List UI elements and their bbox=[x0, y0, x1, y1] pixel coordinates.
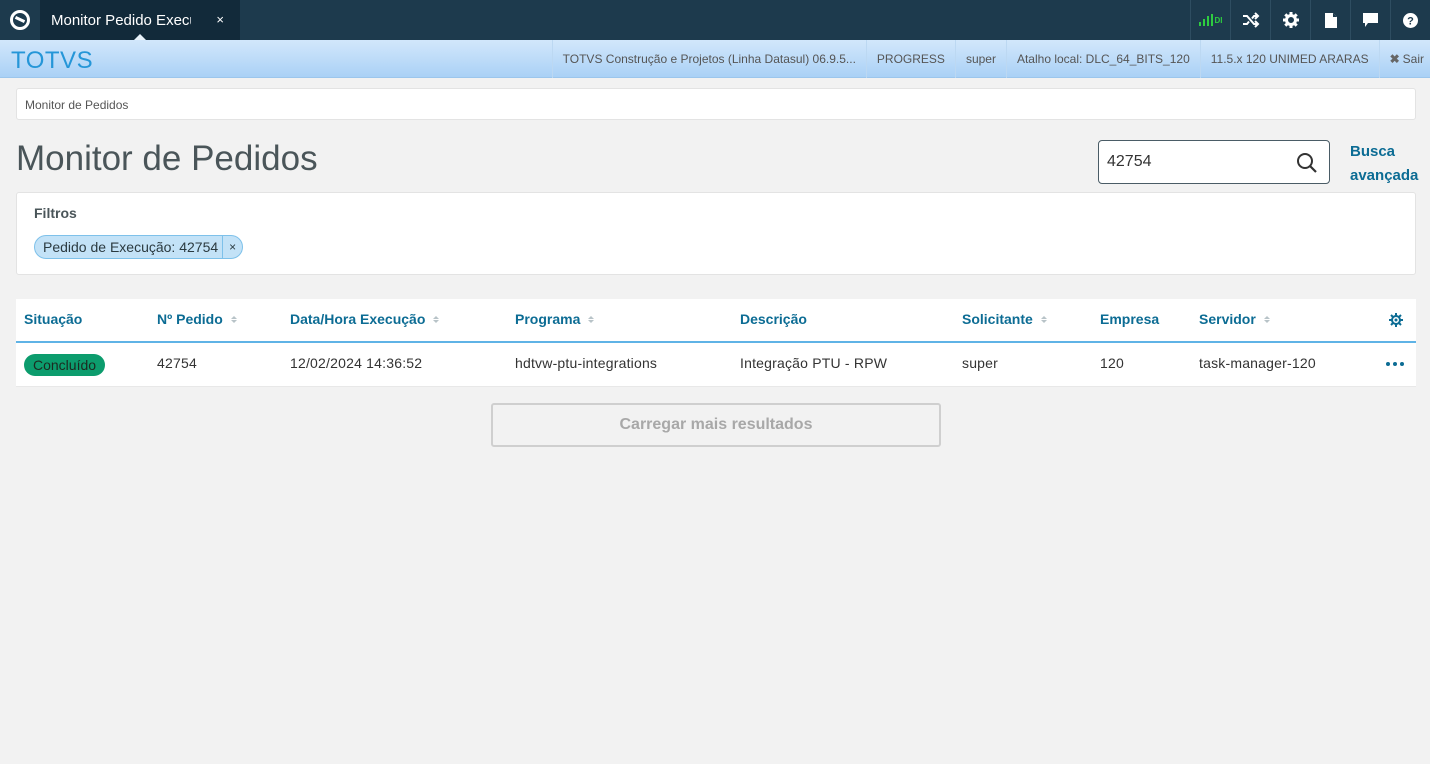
search-icon[interactable] bbox=[1296, 152, 1318, 174]
column-header-programa[interactable]: Programa bbox=[515, 311, 595, 327]
session-info: TOTVS Construção e Projetos (Linha Datas… bbox=[551, 40, 1430, 78]
tab-monitor-pedido[interactable]: Monitor Pedido Execução × bbox=[40, 0, 240, 40]
filter-chip-close-icon[interactable]: × bbox=[222, 236, 242, 258]
cell-data: 12/02/2024 14:36:52 bbox=[290, 355, 423, 371]
table-row[interactable]: Concluído 42754 12/02/2024 14:36:52 hdtv… bbox=[16, 343, 1416, 387]
info-database: PROGRESS bbox=[865, 40, 955, 78]
info-user: super bbox=[954, 40, 1006, 78]
gear-icon[interactable] bbox=[1270, 0, 1310, 40]
cell-programa: hdtvw-ptu-integrations bbox=[515, 355, 658, 371]
info-product: TOTVS Construção e Projetos (Linha Datas… bbox=[551, 40, 866, 78]
filters-panel: Filtros Pedido de Execução: 42754 × bbox=[16, 192, 1416, 275]
column-header-pedido[interactable]: Nº Pedido bbox=[157, 311, 237, 327]
column-header-servidor[interactable]: Servidor bbox=[1199, 311, 1270, 327]
filter-chip: Pedido de Execução: 42754 × bbox=[34, 235, 244, 259]
cell-solicitante: super bbox=[962, 355, 999, 371]
cell-servidor: task-manager-120 bbox=[1199, 355, 1316, 371]
filters-label: Filtros bbox=[34, 205, 77, 221]
cell-descricao: Integração PTU - RPW bbox=[740, 355, 888, 371]
column-header-empresa[interactable]: Empresa bbox=[1100, 311, 1159, 327]
sort-icon[interactable] bbox=[588, 315, 595, 323]
column-settings-gear-icon[interactable] bbox=[1388, 312, 1404, 328]
sort-icon[interactable] bbox=[1263, 315, 1270, 323]
shuffle-icon[interactable] bbox=[1230, 0, 1270, 40]
app-logo-icon[interactable] bbox=[0, 0, 40, 40]
column-header-data[interactable]: Data/Hora Execução bbox=[290, 311, 440, 327]
logout-label: Sair bbox=[1402, 52, 1424, 66]
cell-pedido: 42754 bbox=[157, 355, 197, 371]
table-header: Situação Nº Pedido Data/Hora Execução Pr… bbox=[16, 299, 1416, 343]
close-icon: ✖ bbox=[1389, 52, 1400, 66]
status-badge: Concluído bbox=[24, 354, 106, 376]
help-icon[interactable]: ? bbox=[1390, 0, 1430, 40]
column-header-situacao[interactable]: Situação bbox=[24, 311, 82, 327]
orders-table: Situação Nº Pedido Data/Hora Execução Pr… bbox=[16, 299, 1416, 387]
column-header-descricao[interactable]: Descrição bbox=[740, 311, 807, 327]
breadcrumb[interactable]: Monitor de Pedidos bbox=[16, 88, 1416, 120]
load-more-button[interactable]: Carregar mais resultados bbox=[491, 403, 941, 447]
top-toolbar: DI ? bbox=[1190, 0, 1430, 40]
connection-signal-icon[interactable]: DI bbox=[1190, 0, 1230, 40]
brand-logo: TOTVS bbox=[11, 47, 94, 74]
tab-title: Monitor Pedido Execução bbox=[51, 11, 191, 29]
document-icon[interactable] bbox=[1310, 0, 1350, 40]
more-actions-icon[interactable] bbox=[1386, 362, 1404, 366]
info-company: 11.5.x 120 UNIMED ARARAS bbox=[1199, 40, 1379, 78]
info-bar: TOTVS TOTVS Construção e Projetos (Linha… bbox=[0, 40, 1430, 78]
column-header-solicitante[interactable]: Solicitante bbox=[962, 311, 1047, 327]
cell-empresa: 120 bbox=[1100, 355, 1124, 371]
page-title: Monitor de Pedidos bbox=[16, 139, 318, 178]
svg-text:?: ? bbox=[1407, 15, 1414, 27]
top-bar: Monitor Pedido Execução × DI ? bbox=[0, 0, 1430, 40]
sort-icon[interactable] bbox=[1040, 315, 1047, 323]
info-shortcut: Atalho local: DLC_64_BITS_120 bbox=[1005, 40, 1200, 78]
tab-close-icon[interactable]: × bbox=[216, 12, 224, 27]
advanced-search-link[interactable]: Busca avançada bbox=[1350, 140, 1420, 188]
filter-chip-label: Pedido de Execução: 42754 bbox=[43, 239, 219, 255]
sort-icon[interactable] bbox=[230, 315, 237, 323]
search-box[interactable] bbox=[1098, 140, 1330, 184]
chat-icon[interactable] bbox=[1350, 0, 1390, 40]
logout-button[interactable]: ✖ Sair bbox=[1378, 40, 1430, 78]
sort-icon[interactable] bbox=[433, 315, 440, 323]
search-input[interactable] bbox=[1107, 151, 1287, 173]
